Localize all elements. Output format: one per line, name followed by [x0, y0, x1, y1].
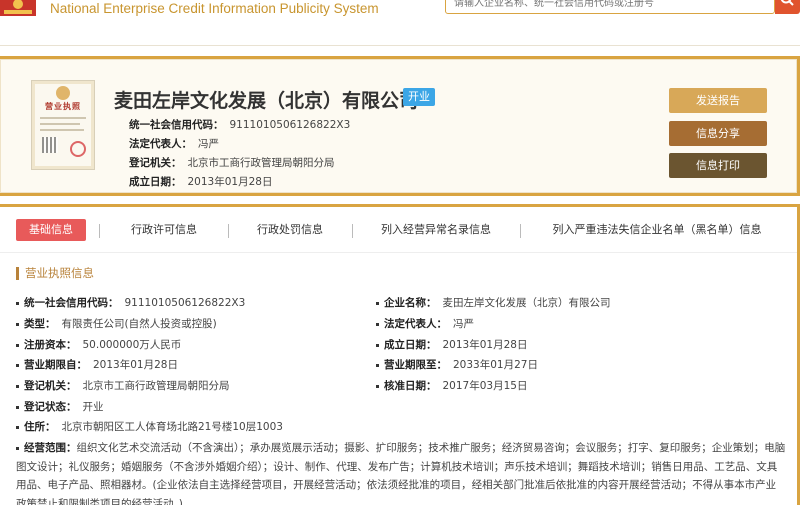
national-emblem-icon	[0, 0, 36, 16]
qr-code-icon	[42, 137, 58, 153]
share-info-button[interactable]: 信息分享	[669, 121, 767, 146]
send-report-button[interactable]: 发送报告	[669, 88, 767, 113]
field-company-name: 企业名称： 麦田左岸文化发展（北京）有限公司	[376, 295, 611, 310]
company-card: 营业执照 麦田左岸文化发展（北京）有限公司 开业 统一社会信用代码： 911101…	[0, 56, 800, 196]
license-line	[40, 117, 86, 119]
license-line	[40, 123, 80, 125]
field-established: 成立日期： 2013年01月28日	[376, 337, 527, 352]
legal-rep-row: 法定代表人： 冯严	[129, 136, 219, 151]
credit-code-label: 统一社会信用代码：	[129, 119, 224, 131]
search-box[interactable]	[445, 0, 775, 15]
tab-blacklist[interactable]: 列入严重违法失信企业名单（黑名单）信息	[532, 219, 782, 241]
field-registration-status: 登记状态： 开业	[16, 399, 104, 414]
license-title: 营业执照	[45, 102, 81, 111]
license-emblem-icon	[56, 86, 70, 100]
field-registry: 登记机关： 北京市工商行政管理局朝阳分局	[16, 378, 230, 393]
field-credit-code: 统一社会信用代码： 9111010506126822X3	[16, 295, 245, 310]
tab-separator	[228, 224, 229, 238]
tab-separator	[99, 224, 100, 238]
tab-abnormal-operation[interactable]: 列入经营异常名录信息	[364, 219, 508, 241]
field-approval-date: 核准日期： 2017年03月15日	[376, 378, 527, 393]
field-legal-rep: 法定代表人： 冯严	[376, 316, 474, 331]
tab-separator	[352, 224, 353, 238]
registry-value: 北京市工商行政管理局朝阳分局	[187, 157, 335, 169]
company-name: 麦田左岸文化发展（北京）有限公司	[114, 90, 419, 112]
tab-separator	[520, 224, 521, 238]
field-address: 住所： 北京市朝阳区工人体育场北路21号楼10层1003	[16, 419, 283, 434]
search-input[interactable]	[446, 0, 774, 15]
field-type: 类型： 有限责任公司(自然人投资或控股)	[16, 316, 217, 331]
section-title: 营业执照信息	[16, 267, 94, 280]
details-panel: 基础信息 行政许可信息 行政处罚信息 列入经营异常名录信息 列入严重违法失信企业…	[0, 204, 800, 505]
registry-label: 登记机关：	[129, 157, 182, 169]
field-term-to: 营业期限至： 2033年01月27日	[376, 357, 538, 372]
registry-row: 登记机关： 北京市工商行政管理局朝阳分局	[129, 155, 335, 170]
field-registered-capital: 注册资本： 50.000000万人民币	[16, 337, 181, 352]
seal-icon	[70, 141, 86, 157]
business-scope-text: 组织文化艺术交流活动（不含演出）；承办展览展示活动；摄影、扩印服务；技术推广服务…	[16, 442, 786, 505]
tab-basic-info[interactable]: 基础信息	[16, 219, 86, 241]
tab-bar: 基础信息 行政许可信息 行政处罚信息 列入经营异常名录信息 列入严重违法失信企业…	[0, 207, 797, 253]
tab-admin-license[interactable]: 行政许可信息	[112, 219, 216, 241]
status-badge: 开业	[403, 88, 435, 106]
established-row: 成立日期： 2013年01月28日	[129, 174, 272, 189]
business-scope: 经营范围：组织文化艺术交流活动（不含演出）；承办展览展示活动；摄影、扩印服务；技…	[16, 439, 786, 505]
search-icon	[780, 0, 794, 6]
legal-rep-label: 法定代表人：	[129, 138, 192, 150]
legal-rep-value: 冯严	[198, 138, 219, 150]
established-label: 成立日期：	[129, 176, 182, 188]
field-term-from: 营业期限自： 2013年01月28日	[16, 357, 178, 372]
site-title[interactable]: National Enterprise Credit Information P…	[50, 1, 379, 16]
tab-admin-penalty[interactable]: 行政处罚信息	[238, 219, 342, 241]
credit-code-value: 9111010506126822X3	[229, 119, 351, 131]
print-info-button[interactable]: 信息打印	[669, 153, 767, 178]
site-header: National Enterprise Credit Information P…	[0, 0, 800, 46]
business-license-thumbnail[interactable]: 营业执照	[31, 80, 95, 170]
established-value: 2013年01月28日	[187, 176, 273, 188]
license-line	[40, 129, 84, 131]
business-scope-label: 经营范围：	[24, 442, 77, 454]
credit-code-row: 统一社会信用代码： 9111010506126822X3	[129, 117, 350, 132]
search-button[interactable]	[775, 0, 800, 14]
